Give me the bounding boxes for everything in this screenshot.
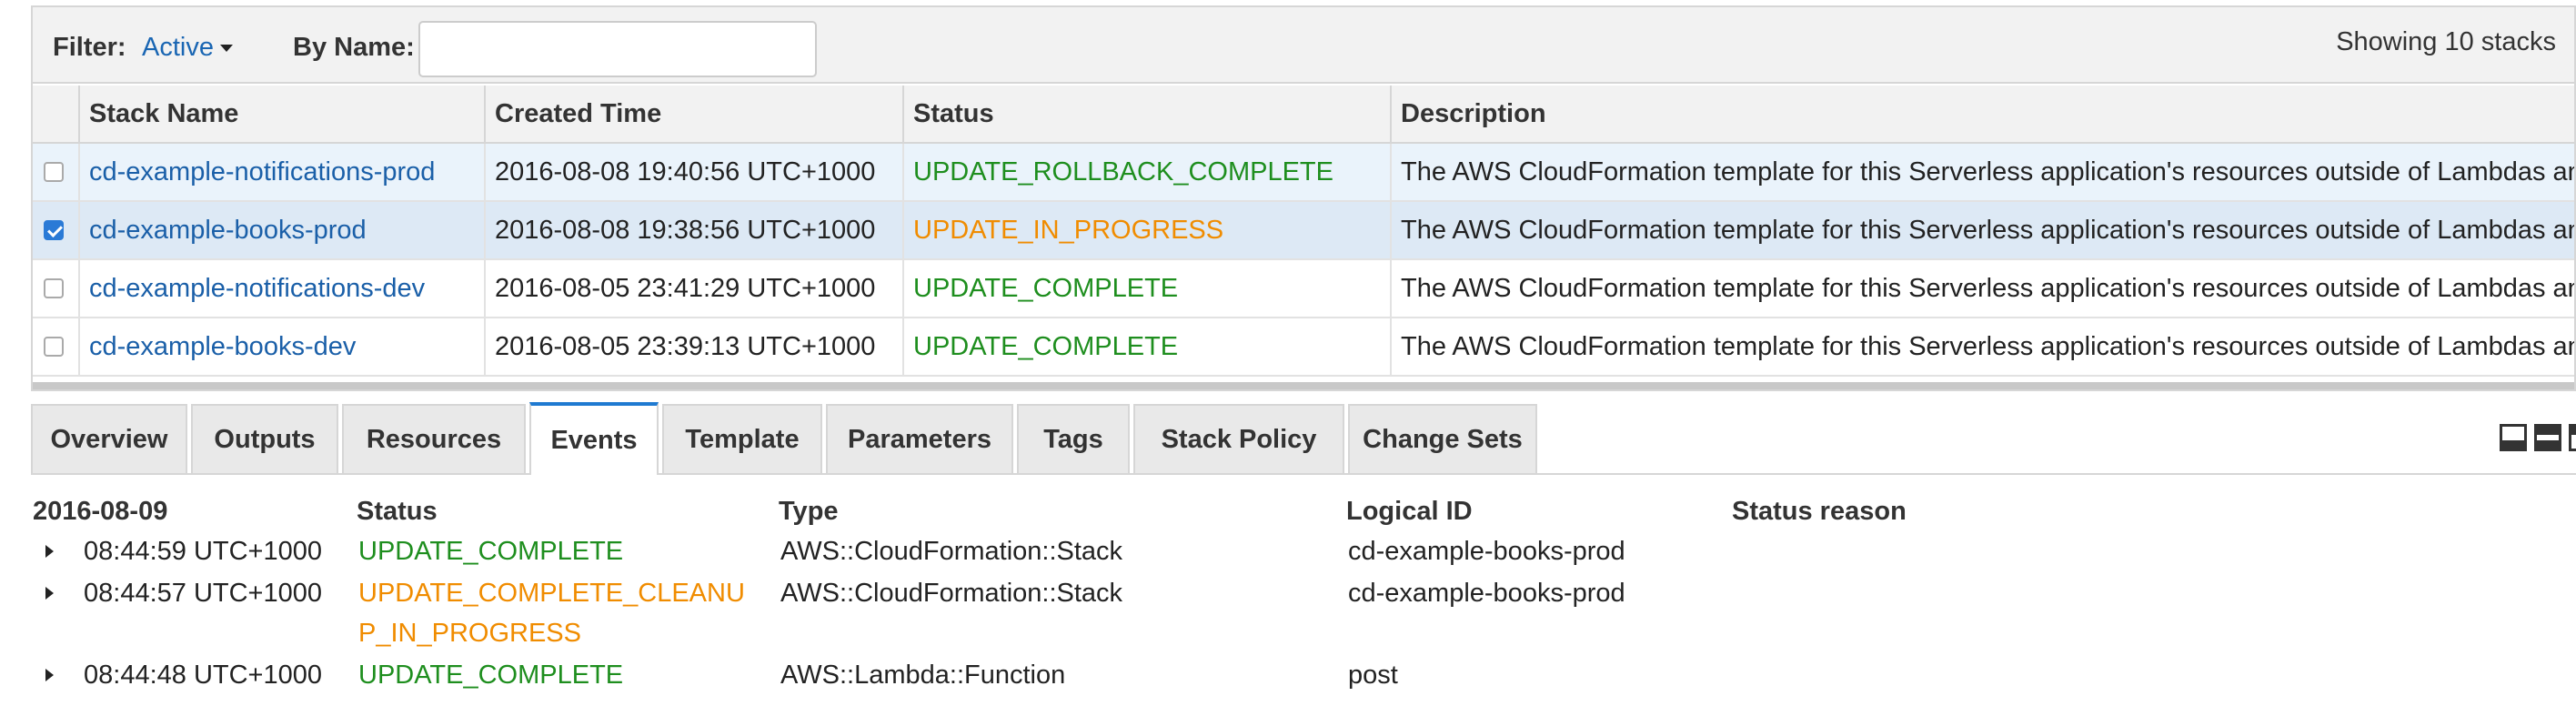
stack-name-link[interactable]: cd-example-books-prod [78,202,484,258]
by-name-input[interactable] [418,21,817,77]
stack-row[interactable]: cd-example-books-prod 2016-08-08 19:38:56… [33,202,2574,260]
column-header-status[interactable]: Status [902,86,1390,142]
event-type: AWS::Lambda::Function [780,661,1066,690]
expand-caret-icon[interactable] [45,587,54,600]
event-type: AWS::CloudFormation::Stack [780,537,1123,566]
event-logical-id: post [1348,661,1398,690]
stack-created-time: 2016-08-08 19:38:56 UTC+1000 [484,202,902,258]
stack-description: The AWS CloudFormation template for this… [1390,144,2574,200]
event-status: UPDATE_COMPLETE [358,537,624,566]
row-checkbox[interactable] [44,220,64,240]
stack-count: Showing 10 stacks [2336,27,2556,56]
stack-row[interactable]: cd-example-books-dev 2016-08-05 23:39:13 … [33,318,2574,377]
stack-status: UPDATE_COMPLETE [902,260,1390,317]
tab-resources[interactable]: Resources [342,404,526,473]
stack-description: The AWS CloudFormation template for this… [1390,202,2574,258]
events-column-status-reason: Status reason [1732,497,1907,526]
row-checkbox[interactable] [44,337,64,357]
column-header-created-time[interactable]: Created Time [484,86,902,142]
tab-overview[interactable]: Overview [31,404,187,473]
events-column-status: Status [357,497,438,526]
panel-top-icon[interactable] [2569,424,2576,451]
panel-split-icon[interactable] [2534,424,2561,451]
stack-name-link[interactable]: cd-example-notifications-prod [78,144,484,200]
row-checkbox[interactable] [44,278,64,298]
filter-label: Filter: [53,33,126,62]
events-date-header: 2016-08-09 [33,497,168,526]
stack-description: The AWS CloudFormation template for this… [1390,318,2574,375]
expand-caret-icon[interactable] [45,669,54,681]
column-header-description[interactable]: Description [1390,86,2574,142]
events-panel: 2016-08-09 Status Type Logical ID Status… [31,491,2576,706]
event-logical-id: cd-example-books-prod [1348,537,1625,566]
event-logical-id: cd-example-books-prod [1348,579,1625,608]
panel-bottom-icon[interactable] [2500,424,2527,451]
stack-status: UPDATE_IN_PROGRESS [902,202,1390,258]
horizontal-scrollbar[interactable] [33,382,2574,389]
select-column-header [33,86,76,142]
event-time: 08:44:57 UTC+1000 [84,579,322,608]
events-column-type: Type [779,497,839,526]
tab-stack-policy[interactable]: Stack Policy [1133,404,1344,473]
filter-dropdown[interactable]: Active [142,33,214,63]
tab-change-sets[interactable]: Change Sets [1348,404,1537,473]
tab-events[interactable]: Events [529,402,659,475]
by-name-label: By Name: [293,33,415,62]
tab-tags[interactable]: Tags [1017,404,1130,473]
event-status: UPDATE_COMPLETE_CLEANUP_IN_PROGRESS [358,579,745,648]
chevron-down-icon[interactable] [220,45,233,52]
tab-outputs[interactable]: Outputs [191,404,338,473]
stack-description: The AWS CloudFormation template for this… [1390,260,2574,317]
tab-template[interactable]: Template [662,404,822,473]
detail-tabs: Overview Outputs Resources Events Template Pa… [31,402,2576,475]
stacks-panel: Filter: Active By Name: Showing 10 stack… [31,5,2576,391]
stack-created-time: 2016-08-05 23:41:29 UTC+1000 [484,260,902,317]
column-header-stack-name[interactable]: Stack Name [78,86,484,142]
stack-name-link[interactable]: cd-example-books-dev [78,318,484,375]
events-column-logical-id: Logical ID [1346,497,1473,526]
stack-status: UPDATE_COMPLETE [902,318,1390,375]
stack-row[interactable]: cd-example-notifications-dev 2016-08-05 2… [33,260,2574,318]
tab-parameters[interactable]: Parameters [826,404,1013,473]
stack-name-link[interactable]: cd-example-notifications-dev [78,260,484,317]
stack-row[interactable]: cd-example-notifications-prod 2016-08-08 … [33,144,2574,202]
event-type: AWS::CloudFormation::Stack [780,579,1123,608]
stack-status: UPDATE_ROLLBACK_COMPLETE [902,144,1390,200]
stack-created-time: 2016-08-08 19:40:56 UTC+1000 [484,144,902,200]
event-time: 08:44:59 UTC+1000 [84,537,322,566]
stack-created-time: 2016-08-05 23:39:13 UTC+1000 [484,318,902,375]
row-checkbox[interactable] [44,162,64,182]
event-status: UPDATE_COMPLETE [358,661,624,690]
expand-caret-icon[interactable] [45,545,54,558]
event-time: 08:44:48 UTC+1000 [84,661,322,690]
filter-bar: Filter: Active By Name: Showing 10 stack… [33,7,2574,84]
stacks-table-header: Stack Name Created Time Status Descripti… [33,86,2574,144]
